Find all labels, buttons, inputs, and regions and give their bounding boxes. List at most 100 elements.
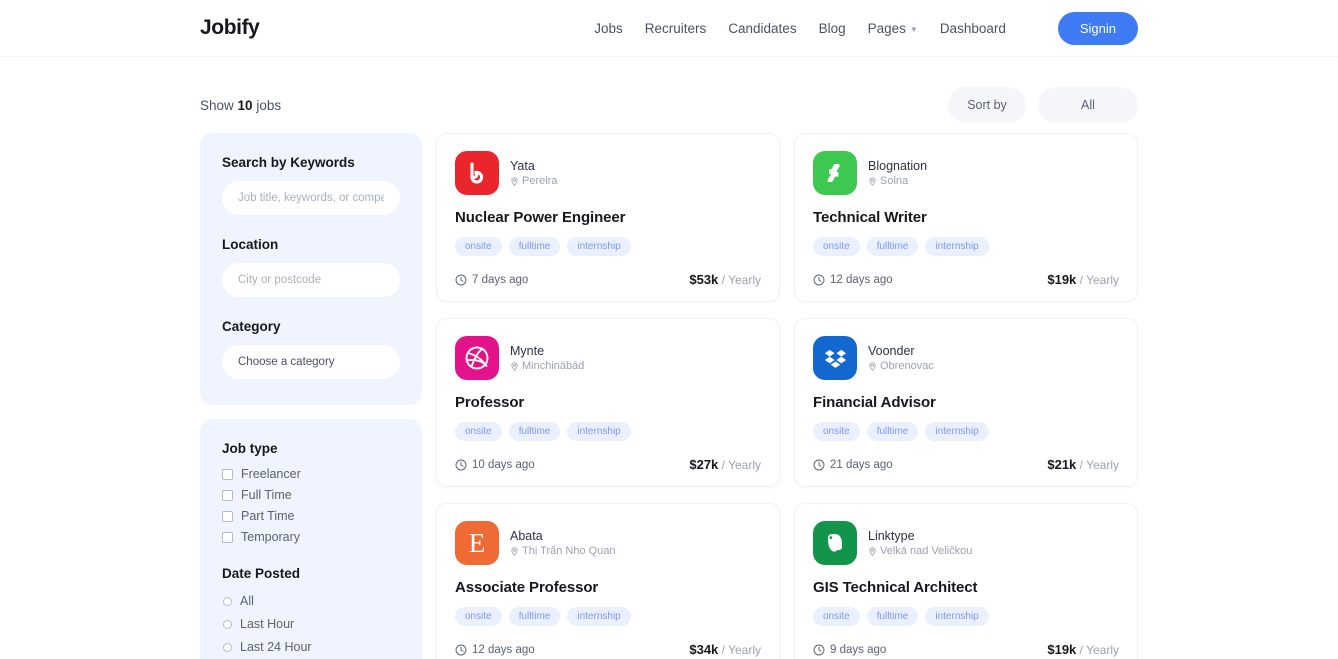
clock-icon xyxy=(813,459,825,470)
job-title[interactable]: GIS Technical Architect xyxy=(813,579,1119,596)
job-tag[interactable]: onsite xyxy=(813,422,860,441)
salary-amount: $19k xyxy=(1047,272,1077,287)
job-card[interactable]: Yata Pereira Nuclear Power Engineer onsi… xyxy=(436,133,780,302)
job-tag[interactable]: internship xyxy=(567,607,631,626)
checkbox-freelancer[interactable]: Freelancer xyxy=(222,467,400,481)
radio-icon[interactable] xyxy=(223,619,232,629)
job-tag[interactable]: fulltime xyxy=(508,237,561,256)
checkbox-icon[interactable] xyxy=(222,510,233,522)
job-tag[interactable]: onsite xyxy=(813,607,860,626)
job-title[interactable]: Nuclear Power Engineer xyxy=(455,209,761,226)
job-card[interactable]: Blognation Solna Technical Writer onsite… xyxy=(794,133,1138,302)
job-card-header: Voonder Obrenovac xyxy=(813,336,1119,380)
checkbox-icon[interactable] xyxy=(222,531,233,543)
job-title[interactable]: Associate Professor xyxy=(455,579,761,596)
job-tag[interactable]: fulltime xyxy=(508,607,561,626)
job-company-block: Voonder Obrenovac xyxy=(868,344,934,372)
clock-icon xyxy=(455,459,467,470)
radio-last-24-hour[interactable]: Last 24 Hour xyxy=(222,640,400,654)
job-company-block: Blognation Solna xyxy=(868,159,927,187)
job-card[interactable]: Mynte Minchinābād Professor onsite fullt… xyxy=(436,318,780,487)
nav-item-dashboard[interactable]: Dashboard xyxy=(940,21,1006,36)
search-keywords-input[interactable] xyxy=(222,181,400,215)
company-location: Minchinābād xyxy=(510,360,584,372)
job-posted: 10 days ago xyxy=(455,459,535,471)
show-suffix: jobs xyxy=(256,97,282,113)
job-tag[interactable]: internship xyxy=(925,237,989,256)
job-tag[interactable]: fulltime xyxy=(866,607,919,626)
radio-all[interactable]: All xyxy=(222,594,400,608)
job-card[interactable]: E Abata Thị Trấn Nho Quan Associate Prof… xyxy=(436,503,780,659)
checkbox-temporary[interactable]: Temporary xyxy=(222,530,400,544)
radio-last-hour[interactable]: Last Hour xyxy=(222,617,400,631)
job-tags: onsite fulltime internship xyxy=(455,607,761,626)
job-company-block: Linktype Velká nad Veličkou xyxy=(868,529,972,557)
job-card-footer: 12 days ago $34k / Yearly xyxy=(455,642,761,657)
company-location: Obrenovac xyxy=(868,360,934,372)
job-tag[interactable]: onsite xyxy=(455,422,502,441)
category-select[interactable]: Choose a category xyxy=(222,345,400,379)
job-tags: onsite fulltime internship xyxy=(455,237,761,256)
company-name: Yata xyxy=(510,159,535,173)
search-filter-card: Search by Keywords Location Category Cho… xyxy=(200,133,422,405)
nav-item-jobs[interactable]: Jobs xyxy=(594,21,623,36)
posted-text: 10 days ago xyxy=(472,458,535,471)
job-card-header: Blognation Solna xyxy=(813,151,1119,195)
job-company-block: Mynte Minchinābād xyxy=(510,344,584,372)
nav-item-candidates[interactable]: Candidates xyxy=(728,21,796,36)
job-tag[interactable]: internship xyxy=(925,422,989,441)
job-tags: onsite fulltime internship xyxy=(813,422,1119,441)
job-title[interactable]: Professor xyxy=(455,394,761,411)
job-tag[interactable]: fulltime xyxy=(866,237,919,256)
job-company-block: Abata Thị Trấn Nho Quan xyxy=(510,529,616,557)
job-card-footer: 10 days ago $27k / Yearly xyxy=(455,457,761,472)
location-pin-icon xyxy=(869,546,876,556)
checkbox-part-time[interactable]: Part Time xyxy=(222,509,400,523)
results-count: Show 10 jobs xyxy=(200,98,281,113)
job-tag[interactable]: fulltime xyxy=(508,422,561,441)
salary-amount: $53k xyxy=(689,272,719,287)
location-text: Minchinābād xyxy=(522,360,585,372)
radio-icon[interactable] xyxy=(223,596,232,606)
job-tag[interactable]: internship xyxy=(567,237,631,256)
job-tag[interactable]: fulltime xyxy=(866,422,919,441)
location-pin-icon xyxy=(511,361,518,371)
radio-icon[interactable] xyxy=(223,642,232,652)
job-tag[interactable]: onsite xyxy=(455,237,502,256)
salary-period: / Yearly xyxy=(1079,273,1119,287)
job-card-footer: 21 days ago $21k / Yearly xyxy=(813,457,1119,472)
job-tag[interactable]: onsite xyxy=(455,607,502,626)
yata-logo-icon xyxy=(455,151,499,195)
brand-logo[interactable]: Jobify xyxy=(200,16,260,40)
job-tag[interactable]: internship xyxy=(567,422,631,441)
job-tag[interactable]: internship xyxy=(925,607,989,626)
job-salary: $19k / Yearly xyxy=(1047,642,1119,657)
page-layout: Search by Keywords Location Category Cho… xyxy=(0,123,1338,659)
company-name: Voonder xyxy=(868,344,915,358)
job-tag[interactable]: onsite xyxy=(813,237,860,256)
salary-amount: $21k xyxy=(1047,457,1077,472)
job-posted: 7 days ago xyxy=(455,274,528,286)
chevron-down-icon: ▼ xyxy=(909,24,918,34)
nav-item-blog[interactable]: Blog xyxy=(819,21,846,36)
job-title[interactable]: Financial Advisor xyxy=(813,394,1119,411)
job-card[interactable]: Linktype Velká nad Veličkou GIS Technica… xyxy=(794,503,1138,659)
job-grid: Yata Pereira Nuclear Power Engineer onsi… xyxy=(436,133,1138,659)
job-title[interactable]: Technical Writer xyxy=(813,209,1119,226)
nav-item-pages[interactable]: Pages ▼ xyxy=(868,21,918,36)
checkbox-icon[interactable] xyxy=(222,468,233,480)
checkbox-icon[interactable] xyxy=(222,489,233,501)
salary-period: / Yearly xyxy=(721,643,761,657)
filter-all-select[interactable]: All xyxy=(1038,87,1138,123)
location-input[interactable] xyxy=(222,263,400,297)
job-card[interactable]: Voonder Obrenovac Financial Advisor onsi… xyxy=(794,318,1138,487)
nav-item-recruiters[interactable]: Recruiters xyxy=(645,21,707,36)
sort-by-select[interactable]: Sort by xyxy=(948,87,1026,123)
job-listings: Yata Pereira Nuclear Power Engineer onsi… xyxy=(436,133,1138,659)
clock-icon xyxy=(455,644,467,655)
nav-label: Blog xyxy=(818,20,846,36)
job-posted: 21 days ago xyxy=(813,459,893,471)
signin-button[interactable]: Signin xyxy=(1057,11,1138,45)
checkbox-full-time[interactable]: Full Time xyxy=(222,488,400,502)
location-text: Obrenovac xyxy=(880,360,934,372)
